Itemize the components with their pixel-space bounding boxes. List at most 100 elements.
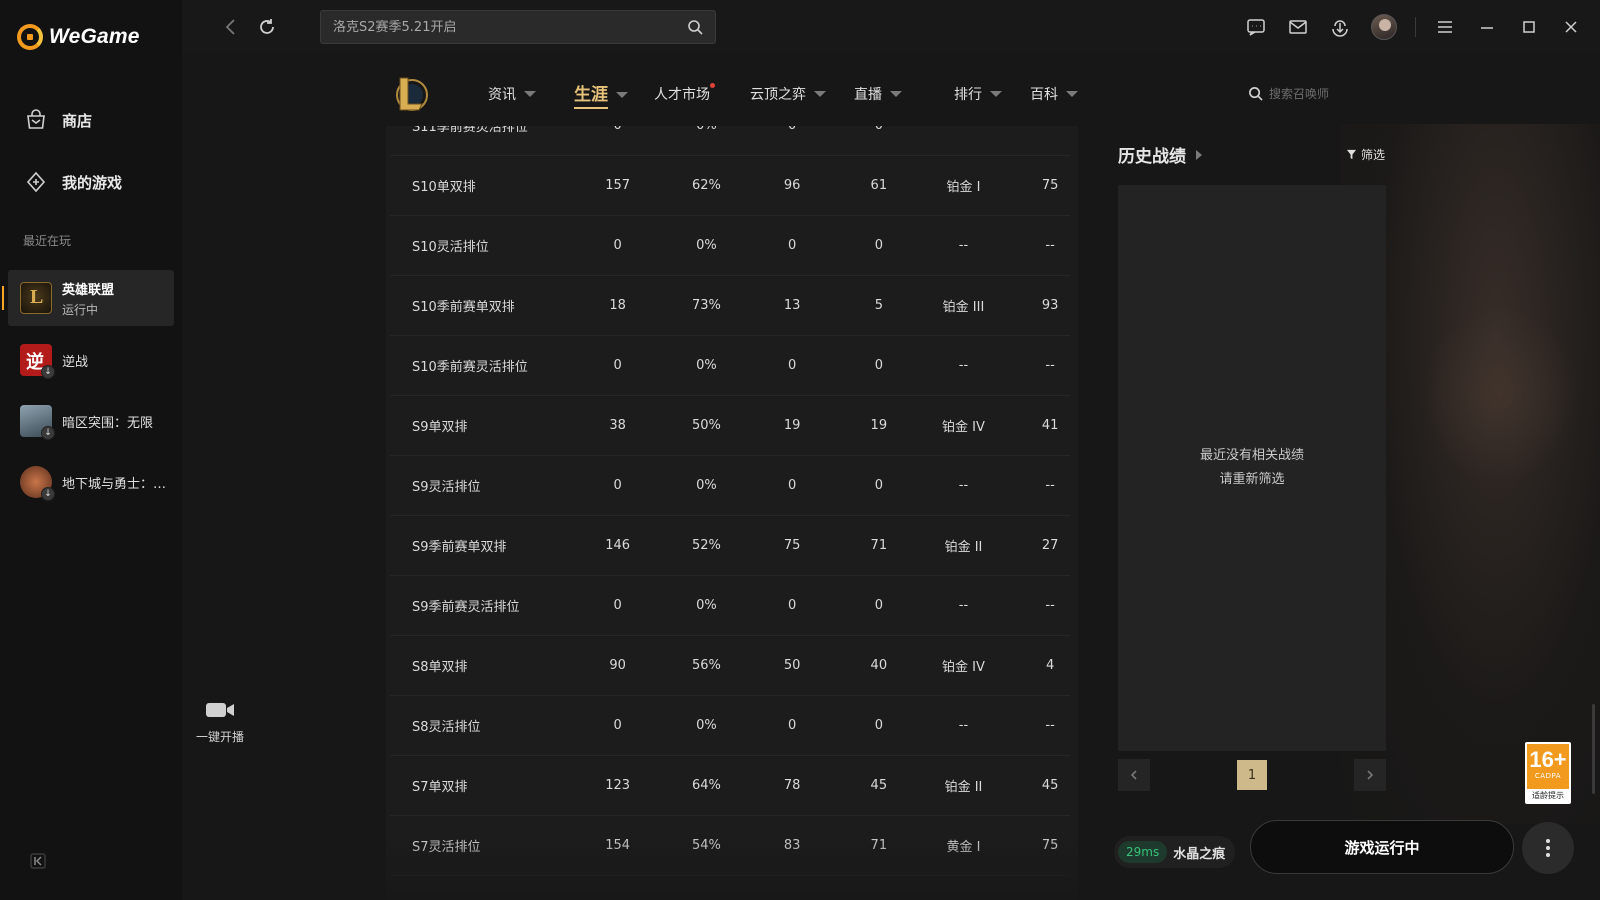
chevron-down-icon [524, 91, 536, 97]
league-points: 45 [1041, 778, 1059, 793]
recent-game-dnf[interactable]: ↓ 地下城与勇士：… [8, 454, 174, 510]
game-running-button[interactable]: 游戏运行中 [1250, 820, 1514, 874]
table-row: S8单双排 90 56% 50 40 铂金 IV 4 [390, 636, 1070, 696]
league-points: -- [1030, 126, 1070, 133]
sidebar-item-label: 商店 [62, 111, 93, 130]
win-rate: 0% [696, 718, 717, 733]
rank-tier: -- [934, 126, 994, 133]
anqu-game-icon: ↓ [20, 405, 55, 440]
league-points: 27 [1041, 538, 1059, 553]
losses: 5 [874, 298, 883, 313]
wegame-logo[interactable]: WeGame [17, 24, 140, 50]
recent-game-lol[interactable]: L 英雄联盟 运行中 [2, 270, 174, 326]
global-search-bar[interactable] [320, 10, 716, 44]
message-icon[interactable] [1245, 16, 1267, 38]
chevron-down-icon [616, 91, 628, 98]
mail-icon[interactable] [1287, 16, 1309, 38]
search-icon[interactable] [1248, 86, 1263, 101]
season-name: S10单双排 [412, 180, 476, 195]
refresh-icon[interactable] [256, 16, 278, 38]
tab-ranking[interactable]: 排行 [954, 84, 1002, 104]
one-click-stream-button[interactable]: 一键开播 [192, 700, 248, 745]
season-name: S8灵活排位 [412, 720, 481, 735]
tab-tft[interactable]: 云顶之弈 [750, 84, 826, 104]
recent-game-nizhan[interactable]: 逆 ↓ 逆战 [8, 332, 174, 388]
global-search-input[interactable] [333, 19, 687, 35]
dnf-game-icon: ↓ [20, 466, 55, 501]
games-played: 0 [613, 478, 622, 493]
games-played: 154 [605, 838, 631, 853]
games-played: 0 [613, 358, 622, 373]
tab-news[interactable]: 资讯 [488, 84, 536, 104]
search-icon[interactable] [687, 19, 703, 35]
losses: 0 [859, 126, 899, 133]
table-row: S10季前赛单双排 18 73% 13 5 铂金 III 93 [390, 276, 1070, 336]
prev-page-button[interactable] [1118, 759, 1150, 791]
season-name: S10灵活排位 [412, 240, 489, 255]
age-rating-badge: 16+ CADPA 适龄提示 [1525, 742, 1571, 804]
game-name: 逆战 [62, 354, 89, 370]
minimize-icon[interactable] [1476, 16, 1498, 38]
rank-tier: 铂金 IV [942, 420, 985, 435]
wins: 0 [787, 478, 797, 493]
losses: 0 [874, 598, 883, 613]
wins: 78 [783, 778, 801, 793]
menu-icon[interactable] [1434, 16, 1456, 38]
video-camera-icon [206, 703, 234, 717]
league-points: 4 [1045, 658, 1055, 673]
win-rate: 62% [691, 178, 721, 193]
season-name: S9灵活排位 [412, 480, 481, 495]
more-options-button[interactable] [1522, 822, 1574, 874]
collapse-sidebar-icon[interactable] [30, 853, 46, 869]
server-status[interactable]: 29ms 水晶之痕 [1114, 836, 1236, 868]
win-rate: 0% [696, 598, 717, 613]
download-badge-icon: ↓ [41, 426, 55, 440]
summoner-search[interactable] [1248, 86, 1379, 101]
tab-wiki[interactable]: 百科 [1030, 84, 1078, 104]
losses: 0 [874, 478, 883, 493]
table-row: S7单双排 123 64% 78 45 铂金 II 45 [390, 756, 1070, 816]
games-played: 0 [613, 598, 622, 613]
sidebar-item-label: 我的游戏 [62, 173, 123, 192]
wins: 83 [783, 838, 801, 853]
maximize-icon[interactable] [1518, 16, 1540, 38]
sidebar-item-shop[interactable]: 商店 [24, 108, 92, 132]
games-played: 0 [613, 238, 622, 253]
win-rate: 73% [691, 298, 721, 313]
recent-game-anqu[interactable]: ↓ 暗区突围：无限 [8, 393, 174, 449]
page-number-button[interactable]: 1 [1237, 760, 1267, 790]
rank-tier: -- [958, 478, 969, 493]
season-name: S11季前赛灵活排位 [412, 126, 528, 135]
game-nav: 资讯 生涯 人才市场 云顶之弈 直播 排行 百科 [392, 70, 1392, 118]
losses: 61 [870, 178, 888, 193]
wins: 0 [772, 126, 812, 133]
lol-logo-icon[interactable] [392, 74, 428, 114]
table-row: S7灵活排位 154 54% 83 71 黄金 I 75 [390, 816, 1070, 876]
match-history-title[interactable]: 历史战绩 [1118, 142, 1202, 167]
next-page-button[interactable] [1354, 759, 1386, 791]
empty-message-line2: 请重新筛选 [1219, 472, 1285, 487]
wins: 50 [783, 658, 801, 673]
losses: 0 [874, 358, 883, 373]
wins: 0 [787, 598, 797, 613]
table-row: S11季前赛灵活排位 0 0% 0 0 -- -- [390, 126, 1070, 156]
tab-live[interactable]: 直播 [854, 84, 902, 104]
wins: 96 [783, 178, 801, 193]
age-rating-number: 16+ [1529, 747, 1567, 772]
user-avatar[interactable] [1371, 14, 1397, 40]
tab-talent-market[interactable]: 人才市场 [654, 83, 715, 104]
table-row: S10单双排 157 62% 96 61 铂金 I 75 [390, 156, 1070, 216]
download-manager-icon[interactable] [1329, 16, 1351, 38]
sidebar-item-my-games[interactable]: 我的游戏 [24, 170, 122, 194]
close-icon[interactable] [1560, 16, 1582, 38]
scrollbar[interactable] [1592, 704, 1595, 794]
back-arrow-icon[interactable] [220, 16, 242, 38]
chevron-left-icon [1130, 770, 1137, 780]
league-points: -- [1045, 478, 1055, 493]
games-played: 90 [609, 658, 626, 673]
rank-tier: 铂金 III [942, 300, 985, 315]
tab-career[interactable]: 生涯 [574, 80, 628, 109]
summoner-search-input[interactable] [1269, 86, 1379, 101]
table-row: S9单双排 38 50% 19 19 铂金 IV 41 [390, 396, 1070, 456]
filter-button[interactable]: 筛选 [1346, 146, 1385, 163]
